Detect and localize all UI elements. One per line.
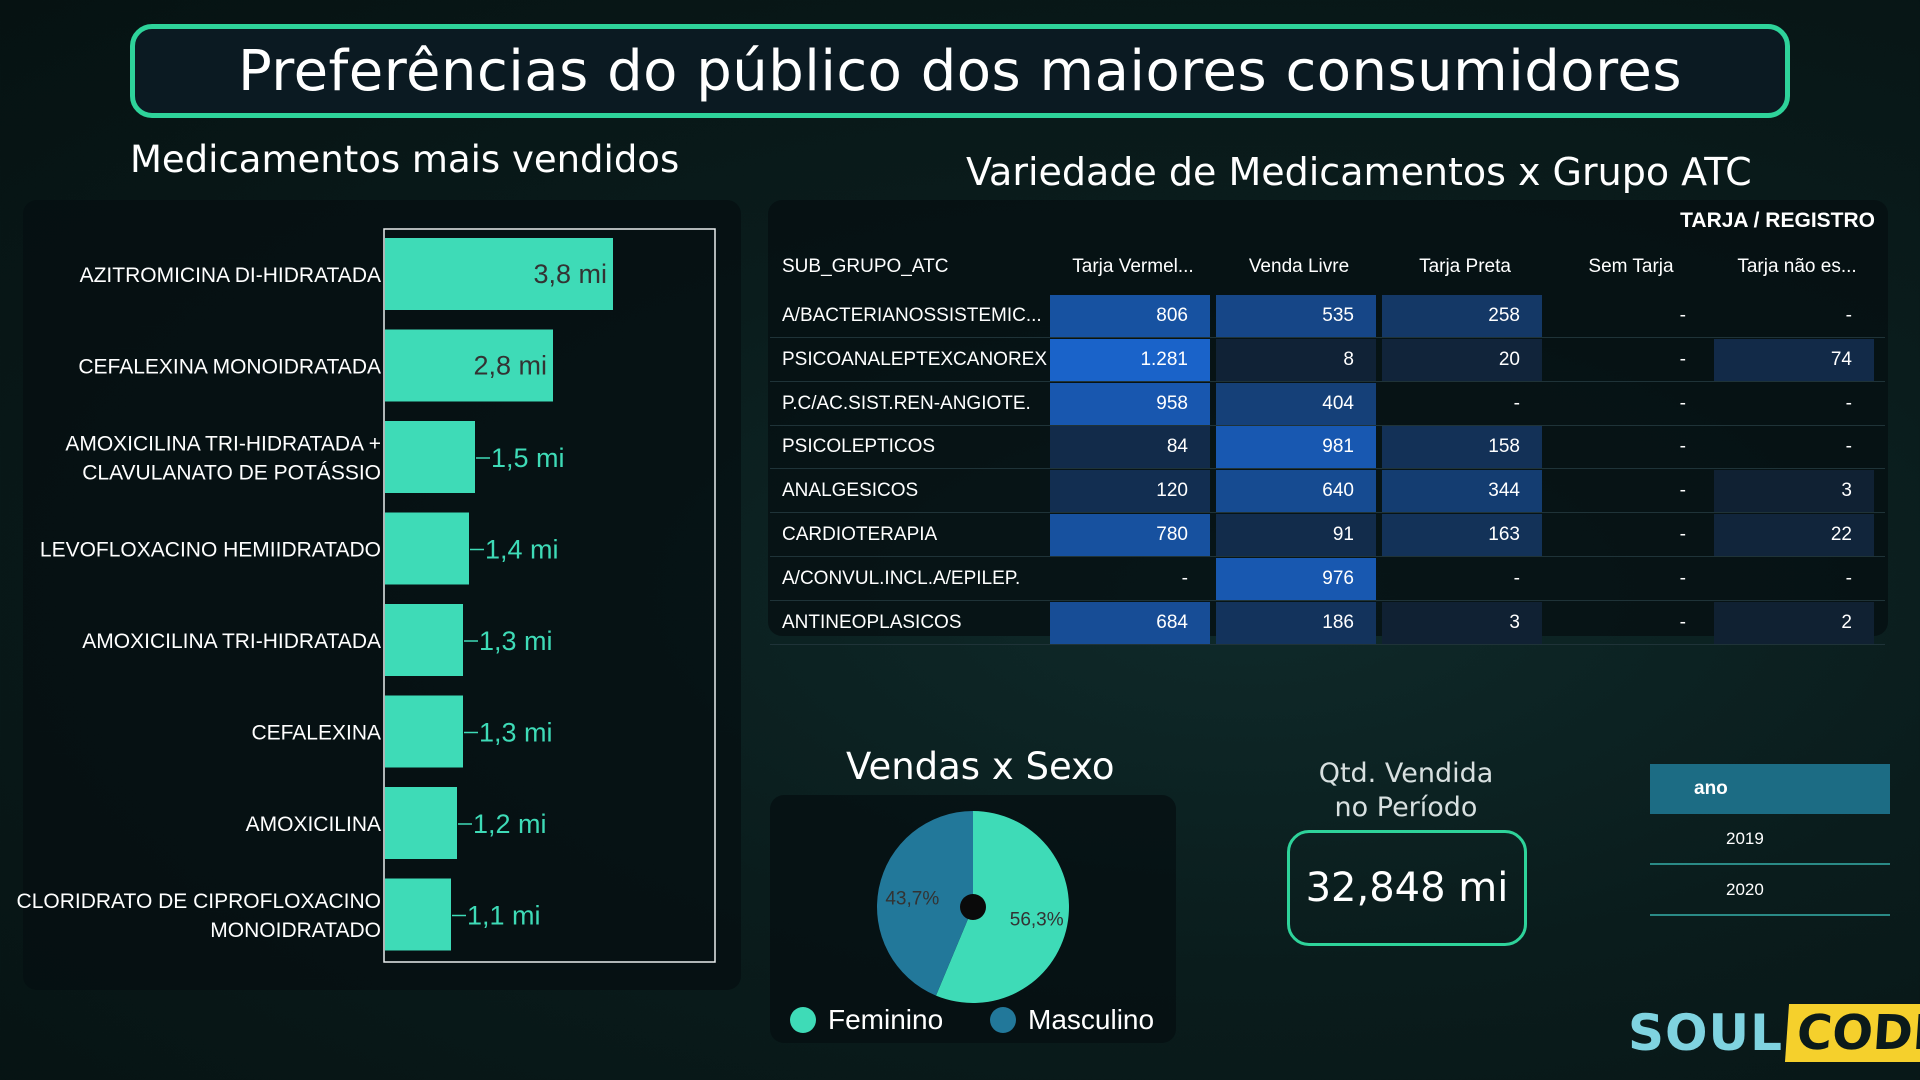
soulcode-logo: SOUL CODE — [1628, 1004, 1920, 1062]
legend-label-masculino: Masculino — [1028, 1004, 1155, 1035]
table-row-label: ANTINEOPLASICOS — [782, 611, 962, 633]
table-cell: 404 — [1216, 382, 1376, 425]
table-row-label: A/BACTERIANOSSISTEMIC... — [782, 305, 1042, 326]
table-cell: - — [1679, 524, 1686, 545]
table-row: CARDIOTERAPIA 780 91 163 - 22 — [770, 514, 1885, 557]
table-cell: 1.281 — [1050, 338, 1210, 381]
table-row-label: PSICOLEPTICOS — [782, 436, 936, 458]
table-cell: - — [1679, 305, 1686, 326]
table-cell: 2 — [1714, 601, 1874, 644]
table-cell: 74 — [1714, 338, 1874, 381]
table-row: PSICOLEPTICOS 84 981 158 - - — [770, 426, 1885, 470]
legend-item-feminino: Feminino — [790, 1004, 943, 1036]
table-column-header[interactable]: Tarja não es... — [1714, 256, 1880, 278]
table-column-header[interactable]: SUB_GRUPO_ATC — [770, 256, 1050, 278]
table-cell: 344 — [1382, 470, 1542, 513]
table-cell: 684 — [1050, 601, 1210, 644]
table-cell: - — [1181, 567, 1188, 589]
kpi-value: 32,848 mi — [1305, 865, 1509, 911]
legend-swatch-feminino — [790, 1007, 816, 1033]
table-cell: 8 — [1216, 338, 1376, 381]
table-row: P.C/AC.SIST.REN-ANGIOTE. 958 404 - - - — [770, 382, 1885, 426]
table-cell: 186 — [1216, 601, 1376, 644]
table-row: PSICOANALEPTEXCANOREX 1.281 8 20 - 74 — [770, 338, 1885, 382]
table-cell: 3 — [1714, 470, 1874, 513]
kpi-label-line1: Qtd. Vendida — [1318, 758, 1494, 789]
table-column-header[interactable]: Tarja Vermel... — [1050, 256, 1216, 278]
table-row-label: A/CONVUL.INCL.A/EPILEP. — [782, 567, 1021, 589]
bar-chart-panel — [23, 200, 741, 990]
legend-swatch-masculino — [990, 1007, 1016, 1033]
table-cell: - — [1679, 348, 1686, 370]
table-cell: 981 — [1216, 426, 1376, 469]
table-cell: - — [1845, 305, 1852, 326]
dashboard-title-box: Preferências do público dos maiores cons… — [130, 24, 1790, 118]
table-cell: 163 — [1382, 514, 1542, 556]
table-column-header[interactable]: Tarja Preta — [1382, 256, 1548, 278]
table-row: ANALGESICOS 120 640 344 - 3 — [770, 470, 1885, 514]
table-cell: 20 — [1382, 338, 1542, 381]
pie-chart-title: Vendas x Sexo — [846, 745, 1115, 788]
table-cell: - — [1679, 567, 1686, 589]
table-column-header[interactable]: Venda Livre — [1216, 256, 1382, 278]
table-cell: 158 — [1382, 426, 1542, 469]
table-cell: 91 — [1216, 514, 1376, 556]
table-cell: - — [1679, 480, 1686, 502]
table-cell: 806 — [1050, 295, 1210, 337]
year-filter-item-2020[interactable]: 2020 — [1650, 865, 1890, 916]
table-group-header: TARJA / REGISTRO — [1680, 209, 1875, 232]
table-cell: - — [1679, 436, 1686, 458]
table-header-row: SUB_GRUPO_ATC Tarja Vermel... Venda Livre T… — [770, 245, 1885, 289]
table-cell: 258 — [1382, 295, 1542, 337]
table-title: Variedade de Medicamentos x Grupo ATC — [966, 150, 1752, 194]
legend-item-masculino: Masculino — [990, 1004, 1154, 1036]
dashboard-title: Preferências do público dos maiores cons… — [238, 38, 1682, 104]
table-cell: 535 — [1216, 295, 1376, 337]
table-cell: - — [1513, 392, 1520, 414]
table-row-label: CARDIOTERAPIA — [782, 524, 938, 545]
logo-text-code: CODE — [1784, 1004, 1920, 1062]
year-filter-item-2019[interactable]: 2019 — [1650, 814, 1890, 865]
table-cell: - — [1845, 392, 1852, 414]
table-cell: 976 — [1216, 557, 1376, 600]
table-cell: 120 — [1050, 470, 1210, 513]
table-row-label: PSICOANALEPTEXCANOREX — [782, 348, 1048, 370]
table-cell: 3 — [1382, 601, 1542, 644]
table-cell: 84 — [1050, 426, 1210, 469]
table-column-header[interactable]: Sem Tarja — [1548, 256, 1714, 278]
bar-chart-title: Medicamentos mais vendidos — [130, 138, 680, 181]
table-cell: 958 — [1050, 382, 1210, 425]
table-cell: - — [1679, 392, 1686, 414]
table-cell: 640 — [1216, 470, 1376, 513]
table-cell: - — [1845, 567, 1852, 589]
table-row-label: P.C/AC.SIST.REN-ANGIOTE. — [782, 392, 1031, 414]
legend-label-feminino: Feminino — [828, 1004, 944, 1035]
table-row: ANTINEOPLASICOS 684 186 3 - 2 — [770, 601, 1885, 645]
table-row-label: ANALGESICOS — [782, 480, 919, 502]
year-filter-header: ano — [1650, 764, 1890, 814]
kpi-label-line2: no Período — [1334, 791, 1478, 823]
table-cell: 780 — [1050, 514, 1210, 556]
table-cell: - — [1513, 567, 1520, 589]
table-cell: - — [1679, 611, 1686, 633]
kpi-label: Qtd. Vendida no Período — [1270, 757, 1542, 825]
table-cell: - — [1845, 436, 1852, 458]
logo-text-soul: SOUL — [1628, 1004, 1783, 1062]
table-row: A/CONVUL.INCL.A/EPILEP. - 976 - - - — [770, 557, 1885, 601]
table-cell: 22 — [1714, 514, 1874, 556]
kpi-card: 32,848 mi — [1287, 830, 1527, 946]
table-row: A/BACTERIANOSSISTEMIC... 806 535 258 - - — [770, 295, 1885, 338]
year-filter: ano 2019 2020 — [1650, 764, 1890, 948]
